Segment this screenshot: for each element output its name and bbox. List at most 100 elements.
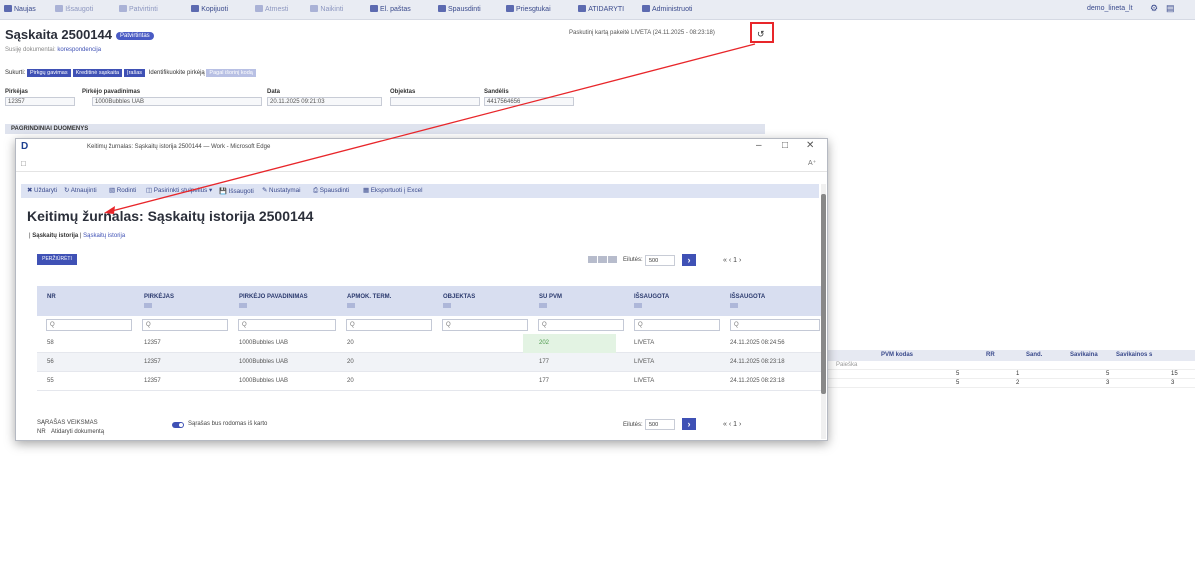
- label-pavadinimas: Pirkėjo pavadinimas: [82, 89, 141, 95]
- topbar-item-icon: [119, 5, 127, 12]
- col-pirkejo-pavadinimas[interactable]: PIRKĖJO PAVADINIMAS: [239, 294, 308, 308]
- preview-button[interactable]: PERŽIŪRĖTI: [37, 254, 77, 265]
- topbar-item-1[interactable]: Išsaugoti: [55, 5, 93, 13]
- topbar-item-3[interactable]: Kopijuoti: [191, 5, 228, 13]
- read-aloud-icon[interactable]: A⁺: [808, 159, 816, 167]
- rows-input[interactable]: 500: [645, 255, 675, 266]
- filter-pirkejas[interactable]: Q: [142, 319, 228, 331]
- label-pirkejas: Pirkėjas: [5, 89, 29, 95]
- filter-nr[interactable]: Q: [46, 319, 132, 331]
- col-apmok-term[interactable]: APMOK. TERM.: [347, 294, 391, 308]
- chip-2[interactable]: Įrašas: [124, 69, 146, 77]
- history-toolbar: ✖ Uždaryti ↻ Atnaujinti ▧ Rodinti ◫ Pasi…: [21, 184, 819, 198]
- refresh-button[interactable]: ↻ Atnaujinti: [64, 187, 97, 194]
- topbar-item-4[interactable]: Atmesti: [255, 5, 288, 13]
- minimize-icon[interactable]: –: [756, 140, 762, 151]
- topbar-item-8[interactable]: Priesgtukai: [506, 5, 551, 13]
- col-issaugota-user[interactable]: IŠSAUGOTA: [634, 294, 669, 308]
- background-table-header: PVM kodas RR Sand. Savikaina Savikainos …: [826, 350, 1195, 361]
- footer-rows-apply[interactable]: ›: [682, 418, 696, 430]
- chip-external[interactable]: Pagal išorinį kodą: [206, 69, 256, 77]
- field-sandelis[interactable]: 4417564656: [484, 97, 574, 106]
- user-name[interactable]: demo_lineta_lt: [1087, 5, 1133, 12]
- label-data: Data: [267, 89, 281, 95]
- filter-term[interactable]: Q: [346, 319, 432, 331]
- pager[interactable]: « ‹ 1 ›: [723, 257, 741, 264]
- settings-icon[interactable]: ⚙: [1150, 3, 1158, 14]
- col-sand[interactable]: Sand.: [1026, 352, 1042, 358]
- rows-apply-button[interactable]: ›: [682, 254, 696, 266]
- link-history-active[interactable]: Sąskaitų istorija: [32, 233, 78, 239]
- filter-date[interactable]: Q: [730, 319, 820, 331]
- filter-objektas[interactable]: Q: [442, 319, 528, 331]
- topbar-item-icon: [310, 5, 319, 12]
- grid-view-icon: [588, 256, 597, 263]
- topbar-item-0[interactable]: Naujas: [4, 5, 36, 13]
- address-bar[interactable]: □ A⁺: [16, 156, 827, 172]
- settings-button[interactable]: ✎ Nustatymai: [262, 187, 301, 194]
- show-button[interactable]: ▧ Rodinti: [109, 187, 136, 194]
- page-icon: □: [21, 159, 26, 168]
- link-history[interactable]: Sąskaitų istorija: [83, 233, 125, 239]
- topbar-item-9[interactable]: ATIDARYTI: [578, 5, 624, 13]
- col-su-pvm[interactable]: SU PVM: [539, 294, 562, 308]
- col-rr[interactable]: RR: [986, 352, 995, 358]
- filter-user[interactable]: Q: [634, 319, 720, 331]
- background-filter[interactable]: Paieška: [836, 362, 857, 368]
- section-main-data[interactable]: PAGRINDINIAI DUOMENYS: [5, 124, 765, 134]
- chip-1[interactable]: Kreditinė sąskaita: [72, 69, 123, 77]
- topbar-item-icon: [4, 5, 12, 12]
- app-logo-icon: D: [21, 141, 29, 152]
- close-button[interactable]: ✖ Uždaryti: [27, 187, 57, 194]
- field-objektas[interactable]: [390, 97, 480, 106]
- topbar-item-icon: [438, 5, 446, 12]
- window-title: Keitimų žurnalas: Sąskaitų istorija 2500…: [87, 144, 271, 150]
- grid-header: NR PIRKĖJAS PIRKĖJO PAVADINIMAS APMOK. T…: [37, 286, 822, 316]
- footer-rows-input[interactable]: 500: [645, 419, 675, 430]
- table-row[interactable]: 55 12357 1000Bubbles UAB 20 177 LIVETA 2…: [37, 372, 822, 391]
- scrollbar-thumb[interactable]: [821, 194, 826, 394]
- save-button[interactable]: 💾 Išsaugoti: [219, 187, 254, 195]
- rows-label: Eilutės:: [623, 257, 643, 263]
- filter-pavadinimas[interactable]: Q: [238, 319, 336, 331]
- table-row[interactable]: 56 12357 1000Bubbles UAB 20 177 LIVETA 2…: [37, 353, 822, 372]
- table-row[interactable]: 58 12357 1000Bubbles UAB 20 202 LIVETA 2…: [37, 334, 822, 353]
- grid-footer: SĄRAŠAS VEIKSMAS NR Atidaryti dokumentą …: [37, 418, 817, 440]
- footer-pager[interactable]: « ‹ 1 ›: [723, 421, 741, 428]
- export-excel-button[interactable]: ▦ Eksportuoti į Excel: [363, 187, 423, 194]
- view-toggle[interactable]: [588, 256, 618, 264]
- col-savikaina[interactable]: Savikaina: [1070, 352, 1098, 358]
- topbar-item-icon: [506, 5, 514, 12]
- filter-supvm[interactable]: Q: [538, 319, 624, 331]
- label-objektas: Objektas: [390, 89, 416, 95]
- field-pirkejas[interactable]: 12357: [5, 97, 75, 106]
- field-data[interactable]: 20.11.2025 09:21:03: [267, 97, 382, 106]
- col-objektas[interactable]: OBJEKTAS: [443, 294, 475, 308]
- maximize-icon[interactable]: □: [782, 140, 788, 151]
- chip-0[interactable]: Pirkgų gavimas: [27, 69, 71, 77]
- close-icon[interactable]: ✕: [806, 140, 814, 151]
- topbar-item-5[interactable]: Naikinti: [310, 5, 343, 13]
- field-pavadinimas[interactable]: 1000Bubbles UAB: [92, 97, 262, 106]
- show-list-toggle[interactable]: [172, 422, 184, 428]
- topbar-item-2[interactable]: Patvirtinti: [119, 5, 158, 13]
- select-columns-button[interactable]: ◫ Pasirinkti stulpelius ▾: [146, 187, 212, 194]
- col-nr[interactable]: NR: [47, 294, 56, 300]
- history-window: D Keitimų žurnalas: Sąskaitų istorija 25…: [15, 138, 828, 441]
- related-docs-link[interactable]: korespondencija: [57, 47, 101, 53]
- col-pirkejas[interactable]: PIRKĖJAS: [144, 294, 174, 308]
- print-button[interactable]: ⎙ Spausdinti: [313, 187, 349, 195]
- topbar-item-6[interactable]: El. paštas: [370, 5, 411, 13]
- menu-icon[interactable]: ▤: [1166, 3, 1175, 14]
- col-issaugota-date[interactable]: IŠSAUGOTA: [730, 294, 765, 308]
- topbar-item-7[interactable]: Spausdinti: [438, 5, 481, 13]
- col-savikainos-s[interactable]: Savikainos s: [1116, 352, 1152, 358]
- modal-title: Keitimų žurnalas: Sąskaitų istorija 2500…: [27, 208, 314, 224]
- col-pvm-kodas[interactable]: PVM kodas: [881, 352, 913, 358]
- footer-actions-label: SĄRAŠAS VEIKSMAS: [37, 420, 98, 426]
- scrollbar[interactable]: [821, 184, 826, 439]
- window-titlebar: D Keitimų žurnalas: Sąskaitų istorija 25…: [16, 139, 827, 155]
- table-row: 5 2 3 3: [826, 379, 1195, 388]
- topbar-item-10[interactable]: Administruoti: [642, 5, 692, 13]
- open-document-action[interactable]: Atidaryti dokumentą: [51, 429, 104, 435]
